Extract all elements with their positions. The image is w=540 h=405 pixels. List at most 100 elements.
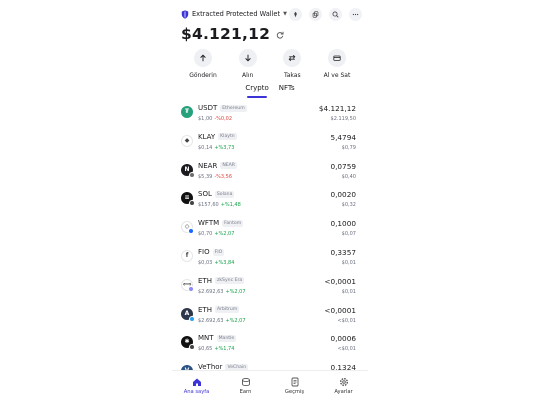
home-icon <box>192 378 201 386</box>
token-price: $157,60 <box>198 202 219 209</box>
token-icon: ⟺ <box>181 278 194 292</box>
token-row[interactable]: N NEAR NEAR $5,39 -%3,56 0,0759 $0,40 <box>172 158 368 187</box>
nav-history-label: Geçmiş <box>284 389 305 395</box>
token-network: zkSync Era <box>214 277 245 285</box>
token-row[interactable]: ◇ WFTM Fantom $0,70 +%2,07 0,1000 $0,07 <box>172 215 368 244</box>
wallet-selector[interactable]: Extracted Protected Wallet ▼ <box>181 9 287 19</box>
token-network: Fantom <box>222 219 244 227</box>
network-badge-icon <box>188 228 194 235</box>
token-amount: <0,0001 <box>324 276 356 286</box>
token-network: Ethereum <box>220 104 247 112</box>
send-button[interactable]: Gönderin <box>181 49 225 79</box>
token-network: Solana <box>214 190 235 198</box>
token-amount: 0,0006 <box>330 334 356 344</box>
token-symbol: FIO <box>198 248 210 256</box>
more-icon[interactable] <box>349 7 362 21</box>
token-icon: N <box>181 163 195 178</box>
scan-icon[interactable] <box>289 7 302 21</box>
wallet-app: Extracted Protected Wallet ▼ $4.121,12 G… <box>172 0 368 405</box>
token-row[interactable]: ◆ KLAY Klaytn $0,14 +%3,73 5,4794 $0,79 <box>172 129 368 158</box>
token-fiat-value: <$0,01 <box>337 317 356 324</box>
token-network: NEAR <box>220 162 237 170</box>
token-amount: 0,3357 <box>330 248 356 257</box>
receive-button[interactable]: Alın <box>226 49 270 79</box>
token-network: FIO <box>212 248 225 256</box>
token-network: Arbitrum <box>214 306 240 314</box>
token-change: +%2,07 <box>214 231 235 238</box>
wallet-name: Extracted Protected Wallet <box>192 10 281 18</box>
token-amount: <0,0001 <box>324 305 356 315</box>
send-label: Gönderin <box>189 72 217 79</box>
header: Extracted Protected Wallet ▼ <box>181 7 362 21</box>
nav-home[interactable]: Ana sayfa <box>178 377 216 405</box>
network-badge-icon <box>189 315 195 322</box>
nav-settings-label: Ayarlar <box>334 389 353 395</box>
tab-nfts[interactable]: NFTs <box>279 84 295 96</box>
token-glyph: N <box>184 165 190 173</box>
token-icon: ◆ <box>181 134 193 147</box>
token-price: $0,14 <box>198 144 213 151</box>
token-fiat-value: $0,07 <box>341 231 356 238</box>
token-fiat-value: $0,79 <box>341 144 356 151</box>
token-fiat-value: $0,32 <box>341 202 356 209</box>
token-row[interactable]: f FIO FIO $0,03 +%3,84 0,3357 $0,01 <box>172 244 368 273</box>
nav-home-label: Ana sayfa <box>183 389 210 395</box>
token-row[interactable]: ⟺ ETH zkSync Era $2.692,63 +%2,07 <0,000… <box>172 273 368 302</box>
card-icon <box>333 55 341 61</box>
network-badge-icon <box>189 200 195 207</box>
token-change: -%0,02 <box>214 116 233 122</box>
token-icon: f <box>181 250 193 262</box>
chevron-down-icon: ▼ <box>283 11 287 17</box>
token-change: +%1,48 <box>220 202 241 209</box>
token-symbol: ETH <box>198 305 212 314</box>
token-row[interactable]: ₮ USDT Ethereum $1,00 -%0,02 $4.121,12 $… <box>172 100 368 129</box>
nav-earn[interactable]: Earn <box>227 377 265 405</box>
search-icon[interactable] <box>329 7 342 21</box>
token-fiat-value: <$0,01 <box>337 346 356 353</box>
token-icon: ✱ <box>181 336 195 351</box>
network-badge-icon <box>188 285 194 292</box>
token-row[interactable]: ≡ SOL Solana $157,60 +%1,48 0,0020 $0,32 <box>172 186 368 215</box>
action-bar: Gönderin Alın Takas Al ve Sat <box>181 49 359 79</box>
buy-sell-button[interactable]: Al ve Sat <box>315 49 359 79</box>
token-symbol: KLAY <box>198 132 216 141</box>
asset-tabs: Crypto NFTs <box>172 84 368 98</box>
token-icon: ◇ <box>181 221 194 235</box>
nav-settings[interactable]: Ayarlar <box>325 377 363 405</box>
token-price: $2.692,63 <box>198 317 224 324</box>
history-icon <box>291 377 298 387</box>
token-price: $5,39 <box>198 173 213 180</box>
swap-button[interactable]: Takas <box>270 49 314 79</box>
arrow-down-icon <box>244 54 251 62</box>
token-symbol: MNT <box>198 334 214 343</box>
refresh-icon[interactable] <box>276 24 284 43</box>
token-network: Klaytn <box>218 133 237 141</box>
token-price: $0,65 <box>198 346 213 353</box>
nav-earn-label: Earn <box>239 389 252 395</box>
network-badge-icon <box>189 344 195 351</box>
arrow-up-icon <box>200 54 206 62</box>
token-symbol: NEAR <box>198 161 218 170</box>
token-change: +%1,74 <box>214 346 235 353</box>
tab-crypto[interactable]: Crypto <box>245 84 269 98</box>
token-price: $1,00 <box>198 116 213 122</box>
token-symbol: SOL <box>198 190 212 199</box>
swap-label: Takas <box>284 72 301 79</box>
token-amount: 0,1000 <box>330 219 356 229</box>
token-glyph: ₮ <box>184 108 190 115</box>
bottom-nav: Ana sayfa Earn Geçmiş Ayarlar <box>172 370 368 405</box>
token-change: -%3,56 <box>214 173 233 180</box>
token-icon: A <box>181 307 195 322</box>
token-symbol: WFTM <box>198 219 220 228</box>
balance-row: $4.121,12 <box>181 24 284 43</box>
token-glyph: A <box>184 309 190 317</box>
token-row[interactable]: A ETH Arbitrum $2.692,63 +%2,07 <0,0001 … <box>172 302 368 331</box>
nav-history[interactable]: Geçmiş <box>276 377 314 405</box>
token-row[interactable]: ✱ MNT Mantle $0,65 +%1,74 0,0006 <$0,01 <box>172 330 368 359</box>
token-network: Mantle <box>216 334 237 342</box>
token-amount: 5,4794 <box>330 132 356 142</box>
copy-icon[interactable] <box>309 7 322 21</box>
token-fiat-value: $0,40 <box>341 173 356 180</box>
shield-icon <box>181 9 189 19</box>
token-amount: $4.121,12 <box>318 104 356 113</box>
